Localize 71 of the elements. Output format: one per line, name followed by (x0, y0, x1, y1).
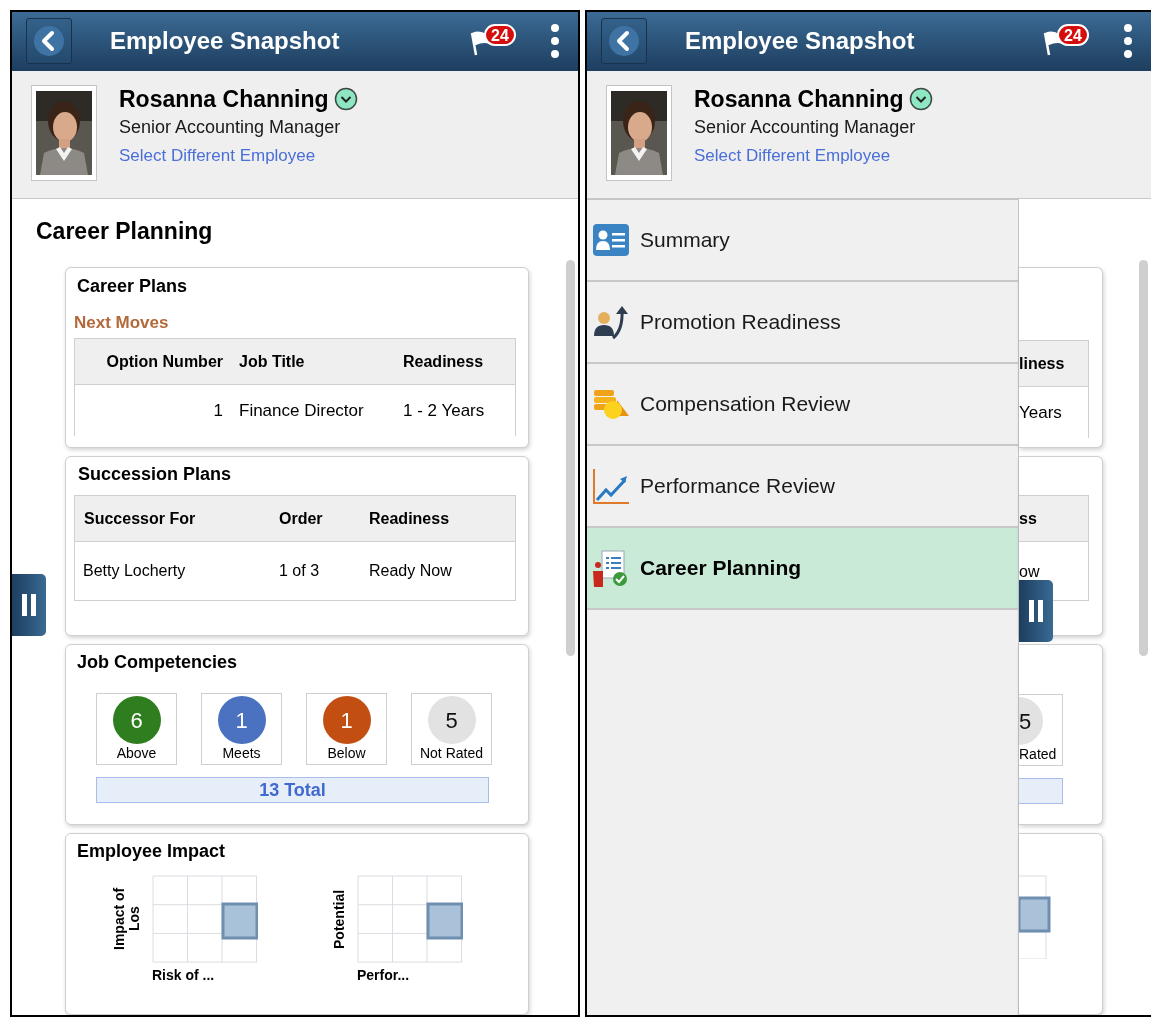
coins-icon (593, 388, 629, 420)
tile-label: Rated (1019, 745, 1057, 763)
tile-label: Below (327, 744, 366, 762)
column-header: Job Title (238, 351, 306, 372)
select-employee-link[interactable]: Select Different Employee (119, 144, 358, 167)
competency-tile[interactable]: 1 Below (306, 693, 387, 765)
chevron-down-icon[interactable] (333, 86, 358, 111)
back-button[interactable] (26, 18, 72, 65)
more-options-button[interactable] (550, 23, 560, 60)
competency-tile[interactable]: 5 Not Rated (411, 693, 492, 765)
table-cell-text: Ready Now (369, 561, 453, 581)
total-button[interactable]: 13 Total (96, 777, 489, 803)
more-options-button[interactable] (1123, 23, 1133, 60)
table-cell-text: 1 - 2 Years (402, 400, 486, 423)
select-employee-link[interactable]: Select Different Employee (694, 144, 933, 167)
column-header: Successor For (83, 508, 197, 529)
person-arrow-up-icon (593, 304, 629, 340)
employee-name: Rosanna Channing (119, 84, 329, 113)
back-button[interactable] (601, 18, 647, 65)
notification-badge: 24 (1057, 24, 1089, 47)
competency-tile[interactable]: 6 Above (96, 693, 177, 765)
chevron-down-icon[interactable] (908, 86, 933, 111)
table-cell-text: 1 (212, 400, 224, 423)
card-title: Succession Plans (78, 463, 233, 486)
panel-toggle-button[interactable] (1019, 580, 1053, 642)
y-axis-label: Potential (332, 888, 347, 951)
column-header: Readiness (402, 351, 485, 372)
card-title: Career Plans (77, 275, 189, 298)
line-chart-icon (593, 468, 629, 504)
contact-card-icon (593, 224, 629, 256)
pause-icon (1029, 600, 1043, 622)
flags-button[interactable]: 24 (466, 21, 522, 62)
menu-item[interactable]: Career Planning (587, 528, 1018, 610)
card-title: Employee Impact (77, 840, 227, 863)
competency-tile[interactable]: 1 Meets (201, 693, 282, 765)
job-title: Senior Accounting Manager (694, 115, 917, 139)
employee-name: Rosanna Channing (694, 84, 904, 113)
page-title: Career Planning (36, 217, 214, 245)
table-cell-text: Finance Director (238, 400, 365, 423)
tile-label: Not Rated (419, 744, 483, 762)
pause-icon (22, 594, 36, 616)
column-header: ss (1019, 508, 1037, 529)
x-axis-label: Risk of ... (152, 967, 216, 983)
window-title: Employee Snapshot (685, 26, 915, 57)
more-icon (551, 24, 559, 59)
tile-label: Meets (222, 744, 261, 762)
scrollbar[interactable] (1139, 260, 1148, 656)
back-icon (33, 25, 65, 58)
table-cell: ow (1019, 564, 1040, 580)
flags-button[interactable]: 24 (1039, 21, 1095, 62)
table-cell-text: 1 of 3 (279, 561, 321, 581)
column-header: liness (1019, 353, 1065, 374)
x-axis-label: Perfor... (357, 967, 411, 983)
column-header: Readiness (369, 508, 451, 529)
scrollbar[interactable] (566, 260, 575, 656)
back-icon (608, 25, 640, 58)
column-header: Option Number (105, 351, 224, 372)
table-cell-text: Betty Locherty (82, 561, 187, 581)
window-title: Employee Snapshot (110, 26, 340, 57)
document-person-check-icon (593, 549, 629, 587)
notification-badge: 24 (484, 24, 516, 47)
tile-label: Above (116, 744, 157, 762)
competency-tile[interactable]: 5 Rated (1019, 694, 1063, 766)
job-title: Senior Accounting Manager (119, 115, 342, 139)
table-cell-text: Years (1019, 402, 1062, 425)
section-subtitle: Next Moves (74, 313, 170, 333)
panel-toggle-button[interactable] (12, 574, 46, 636)
column-header: Order (279, 508, 324, 529)
card-title: Job Competencies (77, 651, 239, 674)
more-icon (1124, 24, 1132, 59)
y-axis-label: Impact of Los (112, 886, 142, 953)
